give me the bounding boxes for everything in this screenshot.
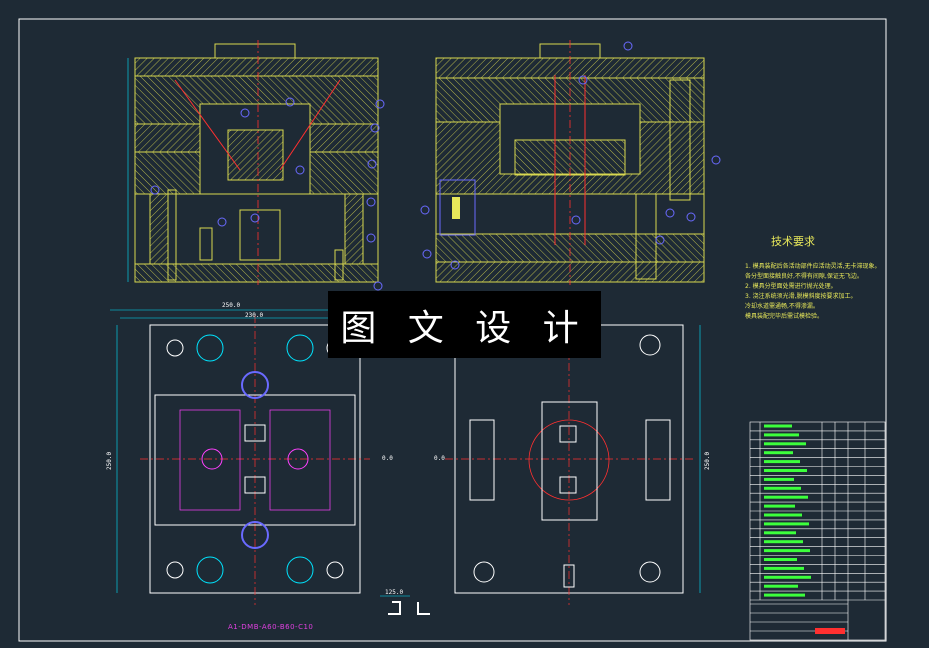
title-block-cell-text xyxy=(764,460,800,464)
view-mark xyxy=(388,601,430,615)
drawing-number: A1-DMB-A60-B60-C10 xyxy=(228,623,314,631)
title-block-cell-text xyxy=(764,558,797,561)
tech-requirements-notes: 1. 模具装配后各活动部件应活动灵活,无卡滞现象。 各分型面接触良好,不得有间隙… xyxy=(745,262,885,322)
title-block-cell-text xyxy=(764,433,799,437)
title-block-cell-text xyxy=(764,566,804,570)
section-view-right xyxy=(435,40,705,285)
title-block-cell-text xyxy=(764,469,807,472)
title-block-cell-text xyxy=(764,486,801,490)
title-block-cell-text xyxy=(764,549,810,553)
title-block xyxy=(749,421,886,641)
title-block-cell-text xyxy=(764,584,798,588)
note-line: 1. 模具装配后各活动部件应活动灵活,无卡滞现象。 xyxy=(745,263,881,270)
dim-center-left: 0.0 xyxy=(382,455,393,462)
dim-left-height: 250.0 xyxy=(106,451,113,470)
tech-requirements-title: 技术要求 xyxy=(771,235,815,248)
dim-top-inner: 230.0 xyxy=(245,312,264,319)
note-line: 3. 浇注系统须光滑,脱模斜度按要求加工。 xyxy=(745,293,857,300)
dim-right-height: 250.0 xyxy=(704,451,711,470)
title-block-cell-text xyxy=(764,593,805,597)
title-block-cell-text xyxy=(764,504,795,508)
title-block-fill xyxy=(764,424,845,634)
watermark-overlay: 图 文 设 计 xyxy=(328,291,601,358)
title-block-cell-text xyxy=(764,495,808,499)
title-block-cell-text xyxy=(764,451,793,455)
dim-center-right: 0.0 xyxy=(434,455,445,462)
dim-bottom: 125.0 xyxy=(385,589,404,596)
plan-view-right xyxy=(445,315,695,605)
title-block-cell-text xyxy=(764,424,792,428)
title-block-cell-text xyxy=(764,540,803,544)
title-block-cell-text xyxy=(764,442,806,446)
section-view-left xyxy=(134,40,379,285)
title-block-name-field xyxy=(815,628,845,634)
title-block-cell-text xyxy=(764,575,811,579)
note-line: 模具装配完毕后需试模检验。 xyxy=(745,313,824,320)
note-line: 冷却水道需通畅,不得渗漏。 xyxy=(745,303,819,310)
note-line: 2. 模具分型面处需进行抛光处理。 xyxy=(745,283,837,290)
title-block-cell-text xyxy=(764,531,796,535)
title-block-cell-text xyxy=(764,477,794,481)
plan-view-left xyxy=(140,315,370,605)
title-block-cell-text xyxy=(764,513,802,517)
note-line: 各分型面接触良好,不得有间隙,保证无飞边。 xyxy=(745,273,863,280)
dim-top-outer: 250.0 xyxy=(222,302,241,309)
title-block-cell-text xyxy=(764,522,809,526)
